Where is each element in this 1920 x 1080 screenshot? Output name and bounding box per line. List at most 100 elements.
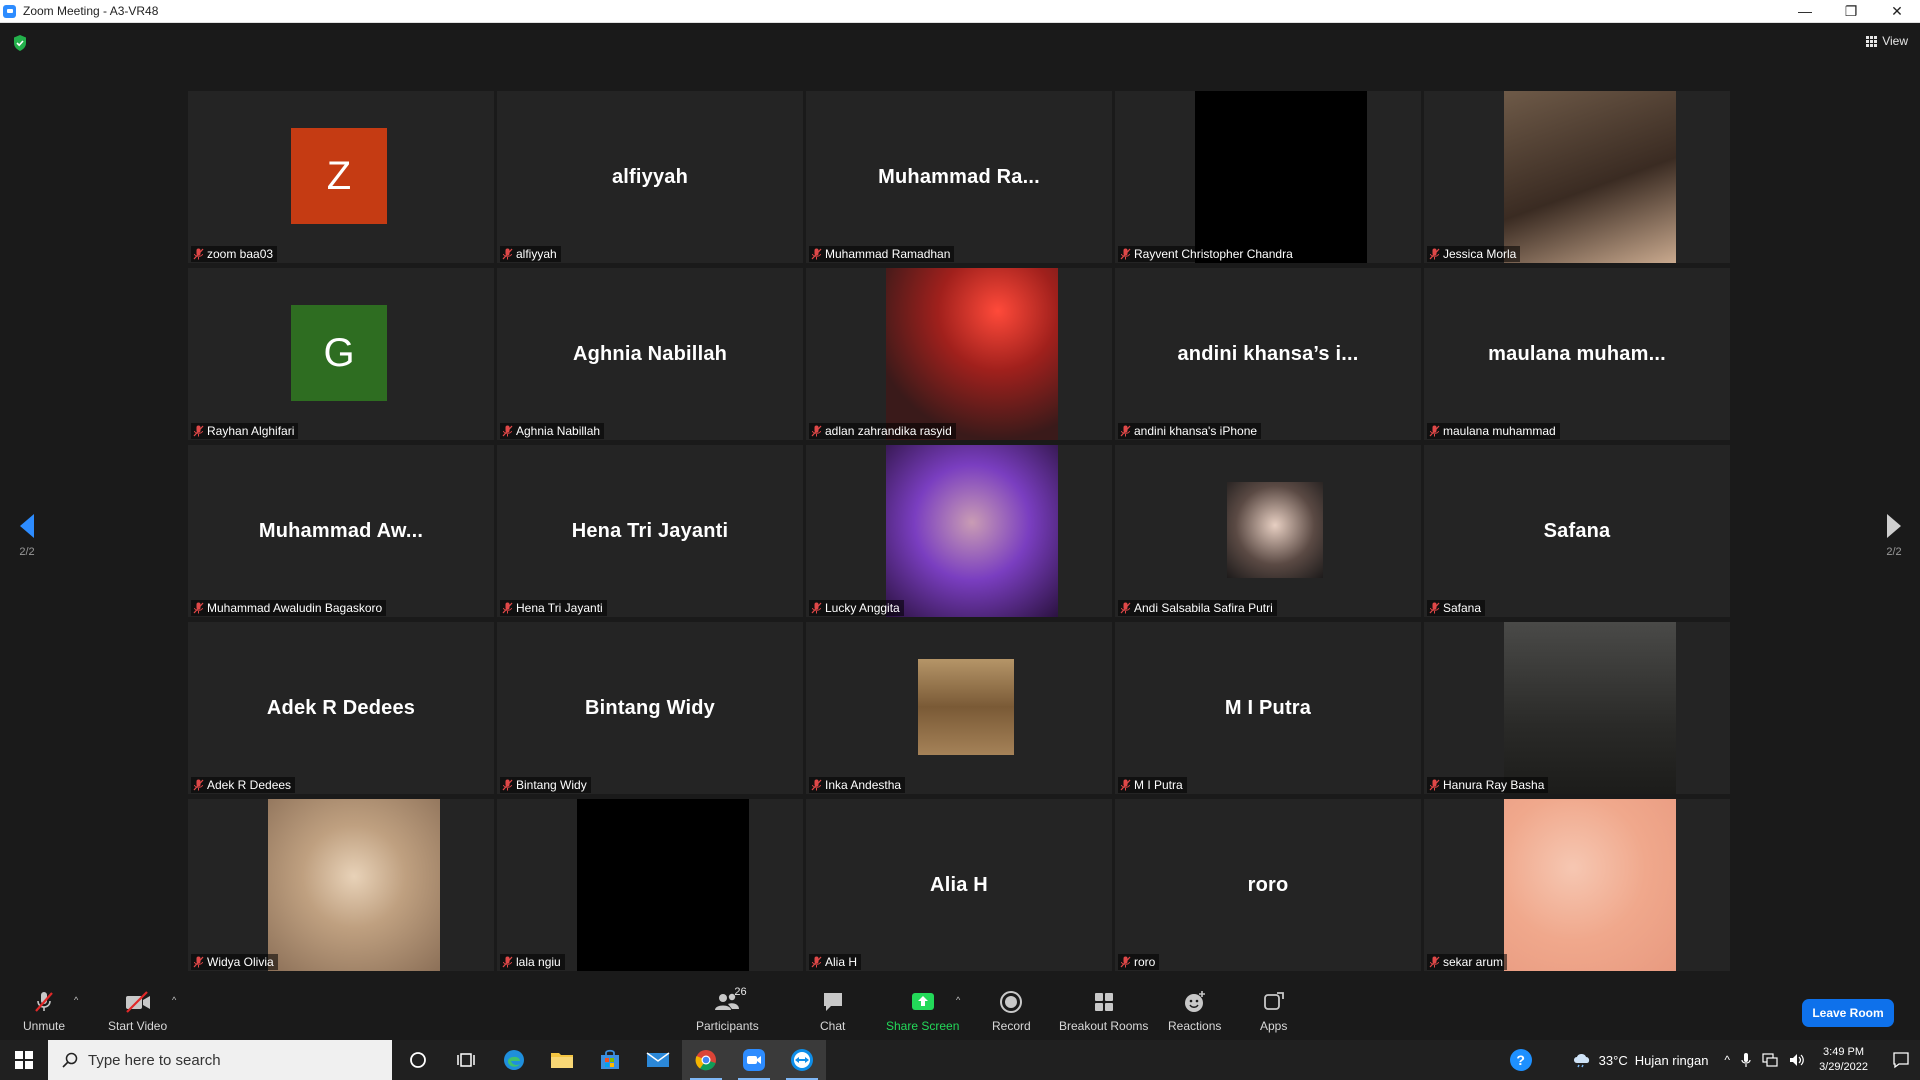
mic-muted-icon [1429,602,1440,614]
participant-name-label: Jessica Morla [1427,246,1521,262]
participant-tile[interactable]: Rayvent Christopher Chandra [1115,91,1421,263]
participant-display-name: maulana muham... [1488,342,1666,365]
task-view-button[interactable] [442,1040,490,1080]
mic-muted-icon [1429,956,1440,968]
participant-tile[interactable]: lala ngiu [497,799,803,971]
chrome-icon [695,1050,716,1071]
participant-tile[interactable]: Hena Tri Jayanti Hena Tri Jayanti [497,445,803,617]
cortana-button[interactable] [394,1040,442,1080]
participant-video-feed [577,799,749,971]
previous-page-button[interactable]: 2/2 [18,513,36,558]
close-button[interactable]: ✕ [1874,0,1920,22]
participant-tile[interactable]: Bintang Widy Bintang Widy [497,622,803,794]
participant-name: Alia H [825,955,858,969]
participant-display-name: M I Putra [1224,696,1312,719]
weather-description: Hujan ringan [1634,1052,1709,1068]
apps-icon [1263,992,1284,1010]
participant-name: Bintang Widy [516,778,587,792]
breakout-rooms-button[interactable]: Breakout Rooms [1059,990,1148,1033]
audio-options-caret-icon[interactable]: ^ [74,995,78,1005]
participant-tile[interactable]: sekar arum [1424,799,1730,971]
participant-tile[interactable]: Muhammad Ra... Muhammad Ramadhan [806,91,1112,263]
participant-tile[interactable]: Inka Andestha [806,622,1112,794]
chrome-button[interactable] [682,1040,730,1080]
participant-name-label: M I Putra [1118,777,1187,793]
reactions-icon [1184,991,1205,1012]
share-screen-button[interactable]: Share Screen [886,990,959,1033]
participant-tile[interactable]: Hanura Ray Basha [1424,622,1730,794]
start-button[interactable] [0,1040,48,1080]
participant-name-label: Rayhan Alghifari [191,423,299,439]
participant-name: sekar arum [1443,955,1504,969]
view-button[interactable]: View [1866,34,1908,48]
participant-tile[interactable]: Alia H Alia H [806,799,1112,971]
chat-button[interactable]: Chat [820,990,845,1033]
window-title: Zoom Meeting - A3-VR48 [23,4,159,18]
breakout-rooms-icon [1094,993,1113,1011]
mic-muted-icon [193,602,204,614]
teamviewer-button[interactable] [778,1040,826,1080]
edge-browser-icon [504,1050,524,1070]
network-icon[interactable] [1762,1053,1778,1067]
participants-button[interactable]: 26 Participants [696,986,759,1033]
windows-taskbar: Type here to search ? 33°C Hujan ringan … [0,1040,1920,1080]
search-placeholder: Type here to search [88,1051,221,1069]
participant-video-feed [886,268,1058,440]
participant-name: Muhammad Awaludin Bagaskoro [207,601,383,615]
chevron-up-icon[interactable]: ^ [1724,1053,1730,1067]
file-explorer-button[interactable] [538,1040,586,1080]
mic-muted-icon [193,248,204,260]
participant-tile[interactable]: Widya Olivia [188,799,494,971]
microphone-icon[interactable] [1741,1053,1751,1067]
start-video-button[interactable]: Start Video [108,990,167,1033]
leave-room-button[interactable]: Leave Room [1802,999,1894,1027]
participant-tile[interactable]: G Rayhan Alghifari [188,268,494,440]
participant-tile[interactable]: maulana muham... maulana muhammad [1424,268,1730,440]
help-icon[interactable]: ? [1509,1049,1532,1071]
participant-tile[interactable]: Jessica Morla [1424,91,1730,263]
mic-muted-icon [1120,425,1131,437]
cortana-icon [410,1052,426,1068]
taskbar-clock[interactable]: 3:49 PM 3/29/2022 [1819,1045,1868,1075]
participant-display-name: roro [1247,873,1289,896]
participant-tile[interactable]: M I Putra M I Putra [1115,622,1421,794]
arrow-left-icon [20,514,34,538]
participant-tile[interactable]: Lucky Anggita [806,445,1112,617]
participant-tile[interactable]: adlan zahrandika rasyid [806,268,1112,440]
participant-name: Muhammad Ramadhan [825,247,951,261]
record-button[interactable]: Record [992,990,1031,1033]
edge-button[interactable] [490,1040,538,1080]
participant-name-label: Adek R Dedees [191,777,296,793]
restore-button[interactable]: ❐ [1828,0,1874,22]
reactions-button[interactable]: Reactions [1168,990,1221,1033]
participant-tile[interactable]: alfiyyah alfiyyah [497,91,803,263]
mic-muted-icon [811,248,822,260]
share-options-caret-icon[interactable]: ^ [956,995,960,1005]
apps-button[interactable]: Apps [1260,990,1287,1033]
participant-tile[interactable]: roro roro [1115,799,1421,971]
participant-tile[interactable]: Adek R Dedees Adek R Dedees [188,622,494,794]
video-off-icon [125,991,150,1013]
next-page-button[interactable]: 2/2 [1885,513,1903,558]
taskbar-search-box[interactable]: Type here to search [48,1040,392,1080]
volume-icon[interactable] [1789,1053,1805,1067]
zoom-taskbar-button[interactable] [730,1040,778,1080]
participant-tile[interactable]: Aghnia Nabillah Aghnia Nabillah [497,268,803,440]
participant-name-label: Rayvent Christopher Chandra [1118,246,1297,262]
unmute-button[interactable]: Unmute [23,990,65,1033]
participant-tile[interactable]: Muhammad Aw... Muhammad Awaludin Bagaskor… [188,445,494,617]
participant-tile[interactable]: andini khansa’s i... andini khansa's iPho… [1115,268,1421,440]
mail-button[interactable] [634,1040,682,1080]
participant-video-feed [268,799,440,971]
participant-tile[interactable]: Zzoom baa03 [188,91,494,263]
participant-tile[interactable]: Safana Safana [1424,445,1730,617]
shield-icon[interactable] [13,35,27,51]
mic-muted-icon [502,425,513,437]
participant-tile[interactable]: Andi Salsabila Safira Putri [1115,445,1421,617]
minimize-button[interactable]: — [1782,0,1828,22]
mic-muted-icon [1120,248,1131,260]
weather-widget[interactable]: 33°C Hujan ringan [1572,1052,1709,1068]
video-options-caret-icon[interactable]: ^ [172,995,176,1005]
store-button[interactable] [586,1040,634,1080]
notification-center-button[interactable] [1882,1040,1920,1080]
